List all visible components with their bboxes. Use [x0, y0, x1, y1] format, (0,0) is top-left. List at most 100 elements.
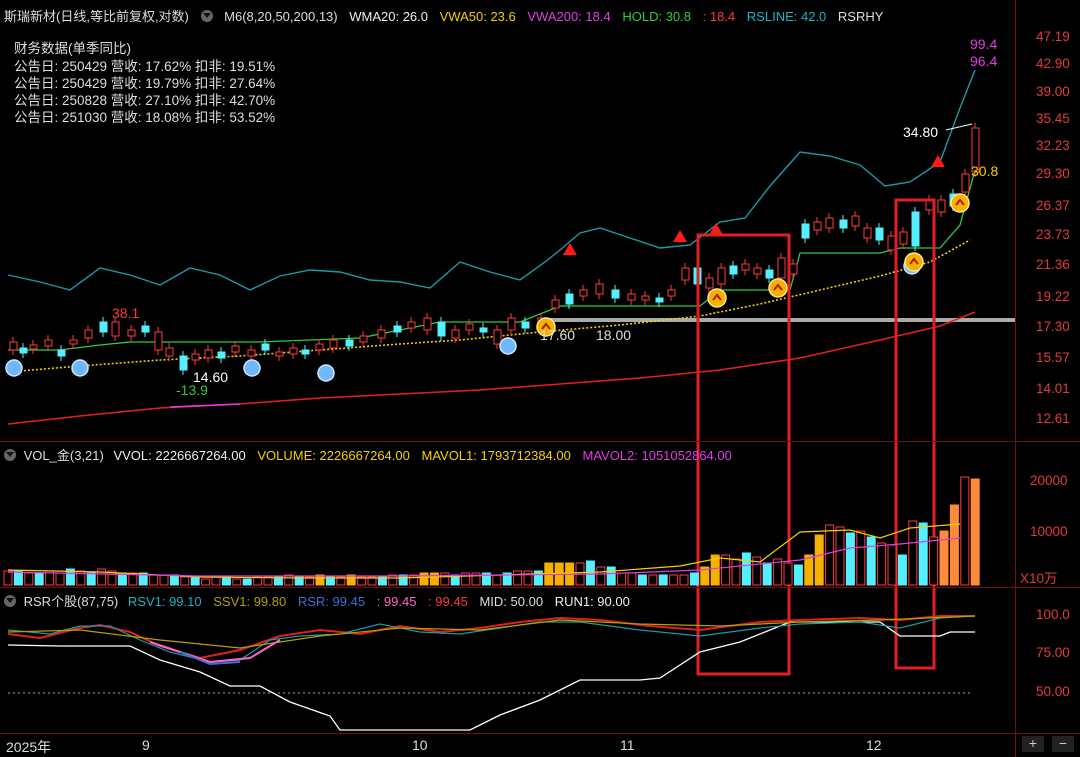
volume-bar — [856, 530, 866, 586]
price-pane-header: 斯瑞新材(日线,等比前复权,对数) M6(8,20,50,200,13) WMA… — [4, 6, 891, 28]
volume-bar — [13, 570, 23, 586]
price-tick: 21.36 — [1036, 257, 1070, 272]
candle — [521, 321, 530, 329]
financials-title: 财务数据(单季同比) — [14, 41, 131, 56]
blue-signal-dot — [317, 364, 335, 382]
candle — [393, 325, 402, 333]
volume-bar — [648, 574, 658, 586]
financials-row-4: 公告日: 251030 营收: 18.08% 扣非: 53.52% — [14, 110, 276, 125]
date-tick: 2025年 — [6, 739, 52, 755]
volume-bar — [637, 574, 647, 586]
blue-signal-dot — [71, 359, 89, 377]
candle — [301, 349, 310, 355]
volume-bar — [596, 566, 606, 586]
candle — [813, 221, 822, 231]
volume-bar — [804, 554, 814, 586]
candle — [493, 329, 502, 345]
pane-separator-dates — [0, 733, 1080, 734]
candle — [729, 265, 738, 275]
volume-bar — [24, 572, 34, 586]
candle — [863, 227, 872, 239]
volume-bar — [190, 576, 200, 586]
volume-bar — [783, 562, 793, 586]
price-tick: 29.30 — [1036, 166, 1070, 181]
volume-bar — [149, 574, 159, 586]
volume-unit: X10万 — [1020, 571, 1058, 586]
candle — [875, 227, 884, 241]
dropdown-icon[interactable] — [4, 595, 16, 607]
volume-bar — [211, 576, 221, 586]
candle — [57, 349, 66, 357]
volume-bar — [169, 574, 179, 586]
dropdown-icon[interactable] — [4, 449, 16, 461]
candle — [507, 317, 516, 331]
candle — [465, 323, 474, 331]
volume-bar — [34, 572, 44, 586]
price-tick: 26.37 — [1036, 198, 1070, 213]
zoom-in-button[interactable]: + — [1022, 736, 1044, 752]
candle — [315, 343, 324, 351]
dropdown-icon[interactable] — [200, 10, 213, 22]
volume-bar — [866, 536, 876, 586]
volume-bar — [429, 572, 439, 586]
signal-triangle — [673, 230, 687, 242]
volume-bar — [721, 554, 731, 586]
blue-signal-dot — [499, 337, 517, 355]
buy-signal-coin — [768, 278, 788, 298]
candle — [179, 355, 188, 371]
candle — [165, 347, 174, 357]
rsr-indicator-name[interactable]: RSR个股(87,75) — [24, 594, 119, 609]
candle — [141, 325, 150, 333]
candle — [655, 297, 664, 303]
candle — [204, 349, 213, 359]
candle — [247, 349, 256, 357]
zoom-out-button[interactable]: − — [1052, 736, 1074, 752]
price-tick: 23.73 — [1036, 227, 1070, 242]
candle — [937, 199, 946, 213]
mavol2-label: MAVOL2: 1051052864.00 — [582, 448, 732, 463]
volume-tick: 10000 — [1030, 524, 1068, 539]
price-tick: 12.61 — [1036, 411, 1070, 426]
price-tick: 39.00 — [1036, 84, 1070, 99]
candle — [681, 267, 690, 281]
financials-row-2: 公告日: 250429 营收: 19.79% 扣非: 27.64% — [14, 76, 276, 91]
candle — [261, 343, 270, 351]
volume-bar — [492, 574, 502, 586]
volume-bar — [513, 570, 523, 586]
volume-bar — [3, 570, 13, 586]
volume-bar — [658, 574, 668, 586]
volume-bar — [814, 534, 824, 586]
volume-bar — [617, 572, 627, 586]
date-tick: 10 — [412, 737, 428, 753]
signal-triangle — [931, 155, 945, 167]
candle — [565, 293, 574, 305]
volume-bar — [159, 574, 169, 586]
mavol1-label: MAVOL1: 1793712384.00 — [421, 448, 571, 463]
candle — [84, 329, 93, 339]
candle — [627, 293, 636, 301]
volume-indicator-name[interactable]: VOL_金(3,21) — [24, 448, 104, 463]
candle — [29, 344, 38, 350]
volume-bar — [825, 524, 835, 586]
rsr-tick: 75.00 — [1036, 645, 1070, 660]
price-tick: 32.23 — [1036, 138, 1070, 153]
m6-label: M6(8,20,50,200,13) — [224, 9, 338, 24]
buy-signal-coin — [707, 288, 727, 308]
rsr-tick: 50.00 — [1036, 684, 1070, 699]
run1-line — [7, 621, 975, 731]
stock-title[interactable]: 斯瑞新材(日线,等比前复权,对数) — [4, 9, 189, 24]
candle — [717, 267, 726, 285]
candle — [407, 321, 416, 329]
volume-bar — [585, 560, 595, 586]
candle — [911, 211, 920, 247]
candle — [437, 321, 446, 337]
vvol-label: VVOL: 2226667264.00 — [113, 448, 246, 463]
rsr-v1-label: : 99.45 — [376, 594, 417, 609]
price-tick: 14.01 — [1036, 381, 1070, 396]
volume-bar — [523, 570, 533, 586]
candle — [641, 295, 650, 301]
candle — [69, 339, 78, 345]
candle — [595, 283, 604, 295]
hold-value-label: 30.8 — [971, 163, 999, 179]
rsr-tick: 100.0 — [1036, 607, 1070, 622]
